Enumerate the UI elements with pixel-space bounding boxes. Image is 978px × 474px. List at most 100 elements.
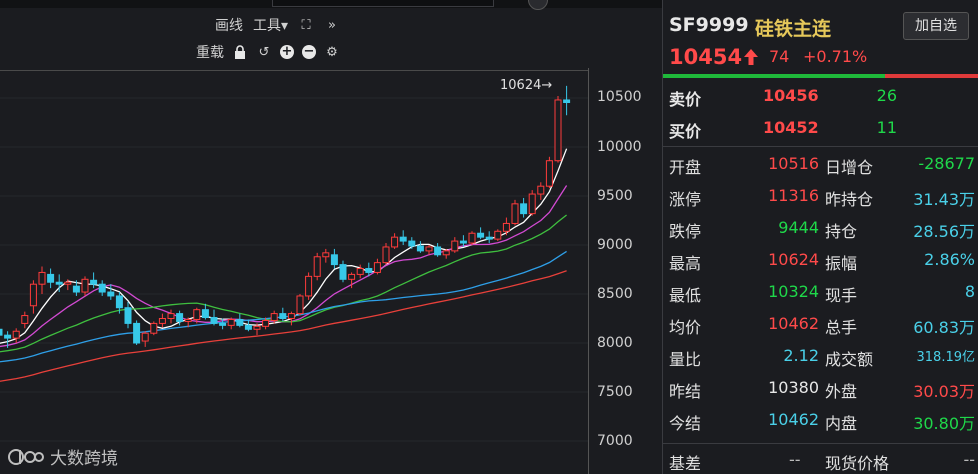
- contract-code: SF9999: [669, 14, 749, 36]
- candle-body[interactable]: [545, 160, 553, 187]
- quote-right-value: 8: [964, 282, 975, 301]
- ratio-bar-red: [885, 74, 978, 78]
- candle-body[interactable]: [55, 281, 63, 285]
- candle-body[interactable]: [330, 254, 338, 266]
- candle-body[interactable]: [554, 99, 562, 162]
- quote-right-label: 现手: [825, 286, 858, 305]
- candle-body[interactable]: [270, 313, 278, 321]
- quote-right-label: 内盘: [825, 414, 858, 433]
- candle-body[interactable]: [520, 203, 528, 215]
- candle-body[interactable]: [38, 271, 46, 285]
- candle-body[interactable]: [219, 322, 227, 326]
- candle-body[interactable]: [563, 99, 571, 104]
- candle-body[interactable]: [373, 262, 381, 273]
- y-tick-label: 7000: [597, 433, 633, 449]
- candle-body[interactable]: [244, 324, 252, 330]
- candle-body[interactable]: [236, 318, 244, 326]
- candle-body[interactable]: [468, 232, 476, 244]
- candle-body[interactable]: [511, 203, 519, 224]
- candle-body[interactable]: [72, 285, 80, 293]
- quote-right-label: 持仓: [825, 222, 858, 241]
- candle-body[interactable]: [47, 273, 55, 283]
- y-tick-label: 9500: [597, 188, 633, 204]
- candle-body[interactable]: [451, 240, 459, 252]
- candle-body[interactable]: [287, 313, 295, 320]
- candle-body[interactable]: [81, 278, 89, 293]
- candle-body[interactable]: [382, 246, 390, 264]
- quote-left-label: 最低: [669, 286, 702, 305]
- candle-body[interactable]: [391, 236, 399, 248]
- candle-body[interactable]: [98, 283, 106, 293]
- candle-body[interactable]: [348, 273, 356, 280]
- candle-body[interactable]: [201, 309, 209, 319]
- price-change-pct: +0.71%: [803, 47, 868, 66]
- candle-body[interactable]: [227, 318, 235, 326]
- quote-right-value: 30.80万: [913, 414, 975, 433]
- candle-body[interactable]: [442, 250, 450, 256]
- bid-price[interactable]: 10452: [763, 118, 819, 137]
- candle-body[interactable]: [537, 185, 545, 195]
- candle-body[interactable]: [459, 240, 467, 244]
- candle-body[interactable]: [262, 319, 270, 327]
- spot-price-value: --: [963, 450, 975, 469]
- candle-body[interactable]: [485, 236, 493, 240]
- add-watchlist-button[interactable]: 加自选: [903, 12, 969, 40]
- watermark-logo-icon: [8, 448, 44, 465]
- candle-body[interactable]: [184, 318, 192, 322]
- candle-body[interactable]: [4, 334, 12, 339]
- candle-body[interactable]: [425, 246, 433, 252]
- candle-body[interactable]: [176, 313, 184, 322]
- candle-body[interactable]: [0, 328, 3, 336]
- candle-body[interactable]: [279, 313, 287, 320]
- candle-body[interactable]: [210, 317, 218, 324]
- quote-left-value: 11316: [768, 186, 819, 205]
- kline-chart-area[interactable]: 画线 工具▾ ⛶ » 重载 ↺ + − ⚙ 10624→ 10500 10000 9…: [0, 0, 662, 474]
- candle-body[interactable]: [167, 313, 175, 320]
- candle-body[interactable]: [416, 245, 424, 252]
- bid-ask-ratio-bar: [663, 74, 978, 78]
- quote-row: 量比 2.12 成交额 318.19亿: [663, 346, 978, 378]
- candle-body[interactable]: [90, 279, 98, 285]
- quote-left-label: 量比: [669, 350, 702, 369]
- quote-row: 涨停 11316 昨持仓 31.43万: [663, 186, 978, 218]
- candle-body[interactable]: [12, 330, 20, 339]
- divider: [663, 443, 978, 444]
- candle-body[interactable]: [339, 264, 347, 280]
- candle-body[interactable]: [253, 325, 261, 330]
- candle-body[interactable]: [107, 291, 115, 297]
- candle-body[interactable]: [124, 307, 132, 324]
- candle-body[interactable]: [296, 295, 304, 315]
- candle-body[interactable]: [528, 193, 536, 215]
- candle-body[interactable]: [313, 256, 321, 277]
- candle-body[interactable]: [399, 236, 407, 242]
- quote-left-value: 10462: [768, 314, 819, 333]
- quote-row: 均价 10462 总手 60.83万: [663, 314, 978, 346]
- quote-left-label: 开盘: [669, 158, 702, 177]
- candle-body[interactable]: [133, 322, 141, 344]
- ask-price[interactable]: 10456: [763, 86, 819, 105]
- quote-left-value: 10516: [768, 154, 819, 173]
- y-tick-label: 10500: [597, 89, 642, 105]
- y-tick-label: 10000: [597, 139, 642, 155]
- candle-body[interactable]: [158, 318, 166, 324]
- candle-body[interactable]: [494, 230, 502, 240]
- candle-body[interactable]: [305, 275, 313, 297]
- quote-right-label: 日增仓: [825, 158, 874, 177]
- candle-body[interactable]: [150, 322, 158, 334]
- candle-body[interactable]: [356, 268, 364, 275]
- candle-body[interactable]: [365, 268, 373, 273]
- candle-body[interactable]: [502, 222, 510, 232]
- candle-body[interactable]: [21, 315, 29, 324]
- candle-body[interactable]: [477, 232, 485, 238]
- quote-left-label: 昨结: [669, 382, 702, 401]
- candle-body[interactable]: [141, 332, 149, 342]
- candle-body[interactable]: [115, 295, 123, 309]
- candle-body[interactable]: [193, 309, 201, 320]
- candle-body[interactable]: [322, 252, 330, 258]
- candle-body[interactable]: [64, 281, 72, 285]
- moving-average-line: [0, 250, 567, 363]
- candle-body[interactable]: [434, 246, 442, 256]
- quote-right-label: 振幅: [825, 254, 858, 273]
- candle-body[interactable]: [29, 283, 37, 307]
- candle-body[interactable]: [408, 240, 416, 247]
